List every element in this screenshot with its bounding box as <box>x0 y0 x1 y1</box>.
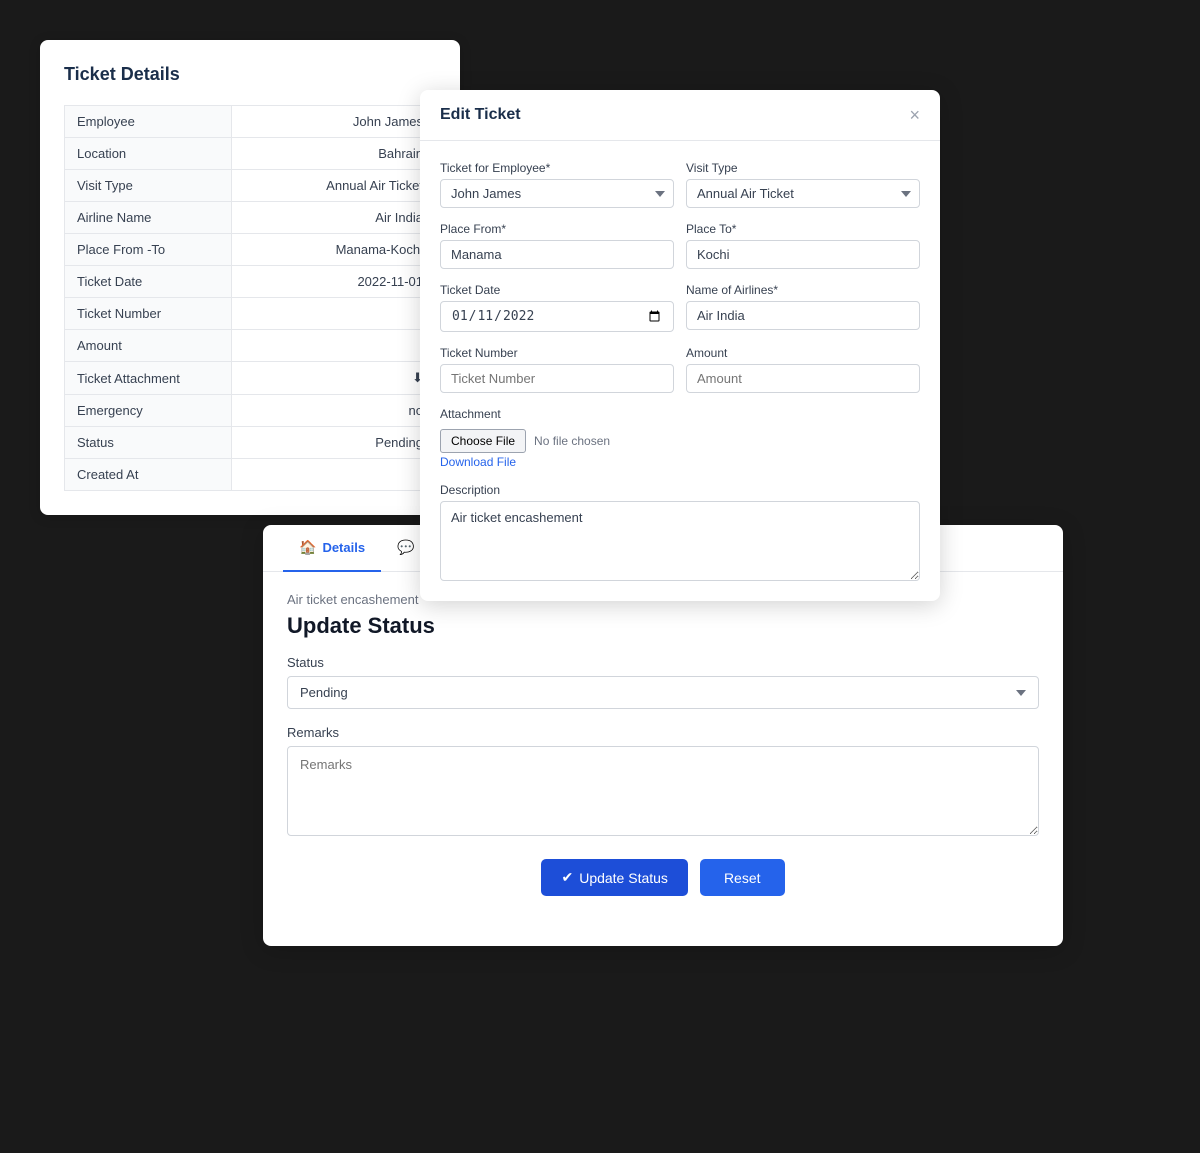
row-value <box>231 298 435 330</box>
reset-button[interactable]: Reset <box>700 859 785 896</box>
choose-file-button[interactable]: Choose File <box>440 429 526 453</box>
airlines-input[interactable] <box>686 301 920 330</box>
modal-body: Ticket for Employee* John James Visit Ty… <box>420 141 940 601</box>
no-file-text: No file chosen <box>534 434 610 448</box>
ticket-number-label: Ticket Number <box>440 346 674 360</box>
row-value: Bahrain <box>231 138 435 170</box>
form-row-attachment: Attachment Choose File No file chosen Do… <box>440 407 920 469</box>
table-row: Ticket Attachment⬇ <box>65 362 436 395</box>
table-row: Ticket Date2022-11-01 <box>65 266 436 298</box>
download-file-link[interactable]: Download File <box>440 455 920 469</box>
visit-type-label: Visit Type <box>686 161 920 175</box>
row-label: Ticket Number <box>65 298 232 330</box>
place-to-input[interactable] <box>686 240 920 269</box>
attachment-label: Attachment <box>440 407 920 421</box>
comments-tab-icon: 💬 <box>397 539 414 556</box>
status-select[interactable]: Pending Approved Rejected <box>287 676 1039 709</box>
attachment-group: Attachment Choose File No file chosen Do… <box>440 407 920 469</box>
update-status-label: Update Status <box>579 870 668 886</box>
row-value <box>231 459 435 491</box>
row-label: Airline Name <box>65 202 232 234</box>
modal-close-button[interactable]: × <box>909 106 920 124</box>
row-value: Annual Air Ticket <box>231 170 435 202</box>
attachment-row: Choose File No file chosen <box>440 429 920 453</box>
place-from-input[interactable] <box>440 240 674 269</box>
description-group: Description Air ticket encashement <box>440 483 920 581</box>
place-from-group: Place From* <box>440 222 674 269</box>
visit-type-select[interactable]: Annual Air Ticket <box>686 179 920 208</box>
row-value: Pending <box>231 427 435 459</box>
place-to-group: Place To* <box>686 222 920 269</box>
place-from-label: Place From* <box>440 222 674 236</box>
row-label: Created At <box>65 459 232 491</box>
row-value: Air India <box>231 202 435 234</box>
table-row: Emergencyno <box>65 395 436 427</box>
table-row: LocationBahrain <box>65 138 436 170</box>
amount-group: Amount <box>686 346 920 393</box>
row-label: Visit Type <box>65 170 232 202</box>
table-row: Place From -ToManama-Kochi <box>65 234 436 266</box>
row-value: no <box>231 395 435 427</box>
row-label: Ticket Attachment <box>65 362 232 395</box>
ticket-number-input[interactable] <box>440 364 674 393</box>
row-label: Status <box>65 427 232 459</box>
table-row: StatusPending <box>65 427 436 459</box>
row-value: ⬇ <box>231 362 435 395</box>
remarks-label: Remarks <box>287 725 1039 740</box>
form-row-place: Place From* Place To* <box>440 222 920 269</box>
details-table: EmployeeJohn JamesLocationBahrainVisit T… <box>64 105 436 491</box>
modal-header: Edit Ticket × <box>420 90 940 141</box>
employee-select[interactable]: John James <box>440 179 674 208</box>
row-label: Amount <box>65 330 232 362</box>
description-label: Description <box>440 483 920 497</box>
checkmark-icon: ✔ <box>561 869 573 886</box>
ticket-number-group: Ticket Number <box>440 346 674 393</box>
ticket-date-group: Ticket Date <box>440 283 674 332</box>
table-row: Amount <box>65 330 436 362</box>
tab-item-details[interactable]: 🏠 Details <box>283 525 381 572</box>
row-label: Place From -To <box>65 234 232 266</box>
row-value: 2022-11-01 <box>231 266 435 298</box>
form-row-2: Ticket Date Name of Airlines* <box>440 283 920 332</box>
visit-type-field-group: Visit Type Annual Air Ticket <box>686 161 920 208</box>
amount-label: Amount <box>686 346 920 360</box>
row-label: Employee <box>65 106 232 138</box>
table-row: Airline NameAir India <box>65 202 436 234</box>
airlines-group: Name of Airlines* <box>686 283 920 332</box>
ticket-date-label: Ticket Date <box>440 283 674 297</box>
details-tab-label: Details <box>322 540 365 555</box>
table-row: EmployeeJohn James <box>65 106 436 138</box>
place-to-label: Place To* <box>686 222 920 236</box>
ticket-details-title: Ticket Details <box>64 64 436 85</box>
ticket-details-panel: Ticket Details EmployeeJohn JamesLocatio… <box>40 40 460 515</box>
table-row: Visit TypeAnnual Air Ticket <box>65 170 436 202</box>
airlines-label: Name of Airlines* <box>686 283 920 297</box>
employee-field-group: Ticket for Employee* John James <box>440 161 674 208</box>
row-label: Ticket Date <box>65 266 232 298</box>
edit-ticket-modal: Edit Ticket × Ticket for Employee* John … <box>420 90 940 601</box>
status-select-wrapper: Pending Approved Rejected <box>287 676 1039 709</box>
status-label: Status <box>287 655 1039 670</box>
bottom-content: Air ticket encashement Update Status Sta… <box>263 572 1063 916</box>
employee-label: Ticket for Employee* <box>440 161 674 175</box>
ticket-date-input[interactable] <box>440 301 674 332</box>
update-status-button[interactable]: ✔ Update Status <box>541 859 687 896</box>
row-label: Location <box>65 138 232 170</box>
action-buttons: ✔ Update Status Reset <box>287 859 1039 896</box>
row-value: Manama-Kochi <box>231 234 435 266</box>
description-textarea[interactable]: Air ticket encashement <box>440 501 920 581</box>
row-value: John James <box>231 106 435 138</box>
update-status-title: Update Status <box>287 613 1039 639</box>
form-row-1: Ticket for Employee* John James Visit Ty… <box>440 161 920 208</box>
amount-input[interactable] <box>686 364 920 393</box>
table-row: Ticket Number <box>65 298 436 330</box>
row-label: Emergency <box>65 395 232 427</box>
row-value <box>231 330 435 362</box>
modal-title: Edit Ticket <box>440 106 521 124</box>
table-row: Created At <box>65 459 436 491</box>
form-row-3: Ticket Number Amount <box>440 346 920 393</box>
details-tab-icon: 🏠 <box>299 539 316 556</box>
remarks-textarea[interactable] <box>287 746 1039 836</box>
